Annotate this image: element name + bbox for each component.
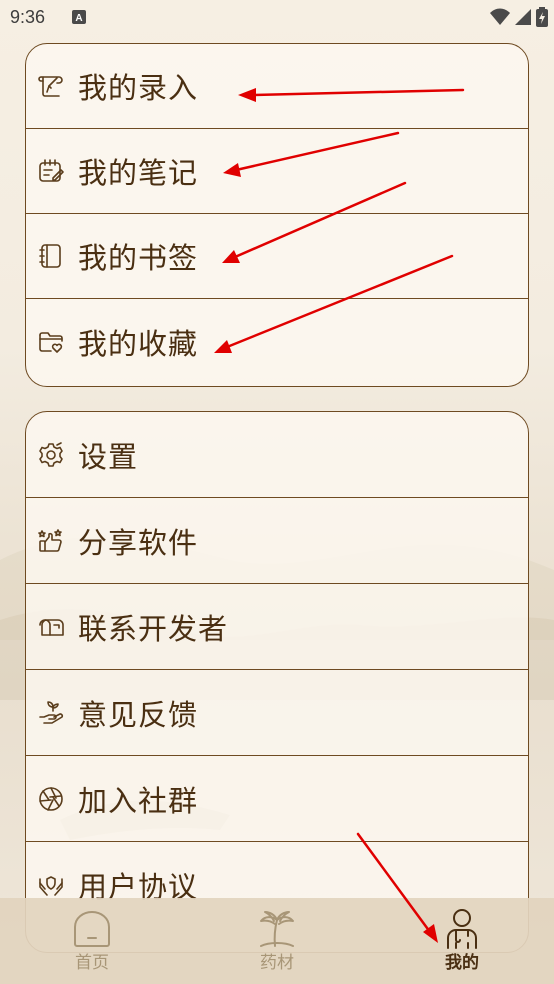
battery-icon bbox=[536, 7, 548, 27]
tab-mine[interactable]: 我的 bbox=[402, 898, 522, 984]
tab-herbs[interactable]: 药材 bbox=[217, 898, 337, 984]
notepad-icon bbox=[36, 156, 66, 186]
menu-item-label: 意见反馈 bbox=[78, 697, 199, 732]
hand-sprout-icon bbox=[36, 698, 66, 728]
personal-menu-card: 我的录入 我的笔记 我的书签 我的收藏 bbox=[25, 43, 529, 387]
thumbs-up-stars-icon bbox=[36, 526, 66, 556]
menu-item-label: 我的笔记 bbox=[78, 156, 199, 190]
folder-heart-icon bbox=[36, 327, 66, 357]
tab-label: 我的 bbox=[445, 953, 479, 973]
signal-icon bbox=[515, 9, 531, 25]
person-icon bbox=[447, 909, 477, 949]
tab-label: 药材 bbox=[260, 953, 294, 973]
scroll-edit-icon bbox=[36, 71, 66, 101]
menu-item-my-favorites[interactable]: 我的收藏 bbox=[26, 299, 528, 384]
mailbox-icon bbox=[36, 612, 66, 642]
menu-item-join-community[interactable]: 加入社群 bbox=[26, 756, 528, 842]
menu-item-my-bookmarks[interactable]: 我的书签 bbox=[26, 214, 528, 299]
notebook-icon bbox=[36, 241, 66, 271]
status-indicators bbox=[490, 7, 548, 27]
menu-item-label: 分享软件 bbox=[78, 525, 199, 560]
wifi-icon bbox=[490, 8, 510, 25]
svg-text:A: A bbox=[75, 13, 82, 24]
home-icon bbox=[74, 911, 110, 947]
menu-item-label: 加入社群 bbox=[78, 783, 199, 818]
gear-icon bbox=[36, 440, 66, 470]
menu-item-label: 我的书签 bbox=[78, 241, 199, 275]
menu-item-feedback[interactable]: 意见反馈 bbox=[26, 670, 528, 756]
status-bar: 9:36 A bbox=[0, 0, 554, 36]
hands-shield-icon bbox=[36, 870, 66, 900]
menu-item-label: 我的录入 bbox=[78, 71, 199, 105]
notification-a-icon: A bbox=[72, 10, 86, 24]
menu-item-share-app[interactable]: 分享软件 bbox=[26, 498, 528, 584]
menu-item-label: 设置 bbox=[78, 439, 139, 474]
menu-item-my-entries[interactable]: 我的录入 bbox=[26, 44, 528, 129]
menu-item-label: 我的收藏 bbox=[78, 326, 199, 361]
palm-tree-icon bbox=[260, 911, 294, 947]
menu-item-settings[interactable]: 设置 bbox=[26, 412, 528, 498]
tab-label: 首页 bbox=[75, 953, 109, 973]
menu-item-contact-developer[interactable]: 联系开发者 bbox=[26, 584, 528, 670]
menu-item-label: 联系开发者 bbox=[78, 611, 229, 646]
aperture-icon bbox=[36, 784, 66, 814]
status-time: 9:36 bbox=[10, 7, 46, 27]
settings-menu-card: 设置 分享软件 联系开发者 意见反馈 加入社群 用户协议 bbox=[25, 411, 529, 953]
bottom-tab-bar: 首页 药材 我的 bbox=[0, 898, 554, 984]
menu-item-my-notes[interactable]: 我的笔记 bbox=[26, 129, 528, 214]
tab-home[interactable]: 首页 bbox=[32, 898, 152, 984]
